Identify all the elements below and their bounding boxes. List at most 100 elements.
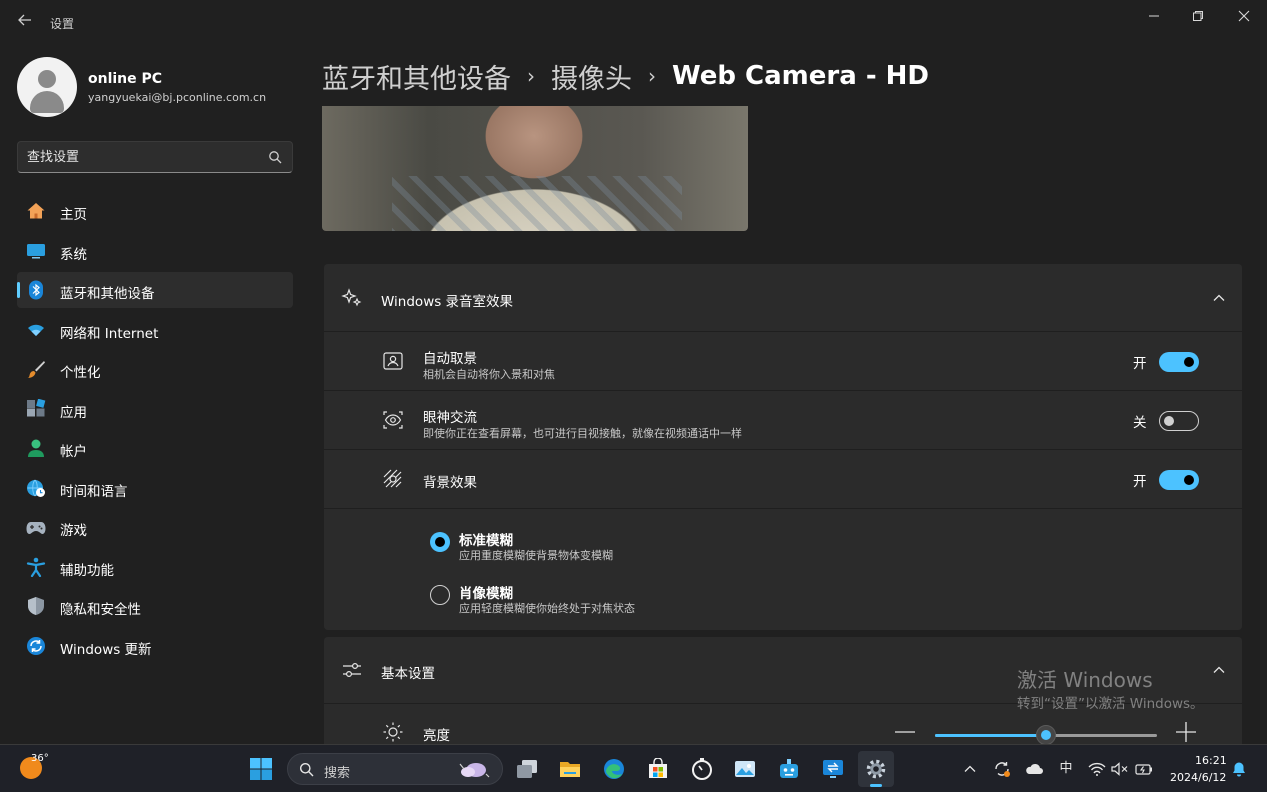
remote-desktop-button[interactable] bbox=[815, 751, 851, 787]
robot-icon bbox=[780, 759, 798, 778]
copilot-robot-button[interactable] bbox=[771, 751, 807, 787]
sidebar-item-personalization[interactable]: 个性化 bbox=[17, 351, 293, 387]
brush-icon bbox=[27, 361, 45, 378]
chevron-right-icon: › bbox=[527, 64, 535, 88]
back-arrow-icon[interactable] bbox=[14, 12, 36, 34]
taskbar-search[interactable]: 搜索 bbox=[287, 753, 503, 785]
sidebar-item-label: 个性化 bbox=[60, 365, 101, 381]
store-button[interactable] bbox=[640, 751, 676, 787]
notification-bell-icon[interactable] bbox=[1229, 759, 1249, 779]
title-bar: 设置 bbox=[0, 0, 1267, 46]
battery-charging-icon[interactable] bbox=[1134, 759, 1154, 779]
sidebar-item-label: 隐私和安全性 bbox=[60, 602, 141, 618]
sidebar-item-label: 系统 bbox=[60, 246, 87, 263]
photos-button[interactable] bbox=[727, 751, 763, 787]
auto-framing-title: 自动取景 bbox=[423, 351, 477, 367]
sidebar-item-privacy-security[interactable]: 隐私和安全性 bbox=[17, 588, 293, 624]
search-icon[interactable] bbox=[268, 150, 282, 164]
chevron-up-icon[interactable] bbox=[1212, 663, 1226, 677]
standard-blur-radio[interactable] bbox=[430, 532, 450, 552]
settings-search[interactable] bbox=[17, 141, 293, 173]
wifi-icon[interactable] bbox=[1087, 759, 1107, 779]
chevron-up-icon[interactable] bbox=[1212, 291, 1226, 305]
sidebar-item-home[interactable]: 主页 bbox=[17, 193, 293, 229]
ime-indicator[interactable]: 中 bbox=[1056, 759, 1076, 779]
auto-framing-toggle[interactable] bbox=[1159, 352, 1199, 372]
chevron-up-tray-icon[interactable] bbox=[960, 759, 980, 779]
activation-watermark-title: 激活 Windows bbox=[1017, 668, 1153, 692]
background-blur-icon bbox=[383, 469, 402, 488]
taskbar-search-label: 搜索 bbox=[324, 766, 351, 781]
onedrive-cloud-icon[interactable] bbox=[1024, 759, 1044, 779]
auto-framing-row: 自动取景 相机会自动将你入景和对焦 开 bbox=[324, 332, 1242, 390]
file-explorer-button[interactable] bbox=[552, 751, 588, 787]
eye-contact-subtitle: 即使你正在查看屏幕，也可进行目视接触，就像在视频通话中一样 bbox=[423, 427, 742, 440]
sidebar-item-bluetooth[interactable]: 蓝牙和其他设备 bbox=[17, 272, 293, 308]
close-button[interactable] bbox=[1221, 4, 1267, 28]
sliders-settings-icon bbox=[343, 662, 361, 678]
eye-contact-title: 眼神交流 bbox=[423, 410, 477, 426]
sidebar-item-label: 辅助功能 bbox=[60, 562, 114, 579]
taskbar: 36° 搜索 中 16:21 2024/6/12 bbox=[0, 744, 1267, 792]
auto-framing-state: 开 bbox=[1133, 356, 1147, 372]
background-effects-toggle[interactable] bbox=[1159, 470, 1199, 490]
sync-update-icon[interactable] bbox=[992, 759, 1012, 779]
avatar[interactable] bbox=[17, 57, 77, 117]
clock-date[interactable]: 2024/6/12 bbox=[1170, 771, 1226, 784]
profile-name: online PC bbox=[88, 71, 163, 87]
auto-framing-subtitle: 相机会自动将你入景和对焦 bbox=[423, 368, 555, 381]
portrait-blur-radio[interactable] bbox=[430, 585, 450, 605]
preview-shirt-pattern bbox=[392, 176, 682, 231]
eye-contact-row: 眼神交流 即使你正在查看屏幕，也可进行目视接触，就像在视频通话中一样 关 bbox=[324, 391, 1242, 449]
brightness-label: 亮度 bbox=[423, 728, 450, 744]
sidebar-item-label: 网络和 Internet bbox=[60, 325, 159, 342]
background-effects-row: 背景效果 开 bbox=[324, 450, 1242, 508]
gamepad-icon bbox=[26, 522, 46, 534]
sidebar-item-label: Windows 更新 bbox=[60, 641, 152, 658]
speaker-muted-icon[interactable] bbox=[1110, 759, 1130, 779]
eye-contact-toggle[interactable] bbox=[1159, 411, 1199, 431]
camera-preview bbox=[322, 106, 748, 231]
brightness-slider[interactable] bbox=[935, 725, 1157, 745]
search-icon bbox=[300, 763, 314, 777]
breadcrumb-item-camera[interactable]: 摄像头 bbox=[551, 57, 632, 96]
sidebar-item-windows-update[interactable]: Windows 更新 bbox=[17, 628, 293, 664]
sidebar-item-time-language[interactable]: 时间和语言 bbox=[17, 470, 293, 506]
clock-time[interactable]: 16:21 bbox=[1195, 754, 1227, 767]
edge-browser-button[interactable] bbox=[596, 751, 632, 787]
decrease-brightness-icon[interactable] bbox=[894, 722, 916, 742]
restore-button[interactable] bbox=[1175, 4, 1221, 28]
settings-app-button[interactable] bbox=[858, 751, 894, 787]
wifi-icon bbox=[28, 324, 44, 336]
start-button[interactable] bbox=[243, 751, 279, 787]
studio-effects-header[interactable]: Windows 录音室效果 bbox=[324, 264, 1242, 331]
brightness-slider-fill bbox=[935, 734, 1046, 737]
sidebar-item-label: 时间和语言 bbox=[60, 483, 128, 500]
breadcrumb-item-bluetooth[interactable]: 蓝牙和其他设备 bbox=[322, 57, 511, 96]
standard-blur-subtitle: 应用重度模糊使背景物体变模糊 bbox=[459, 549, 613, 562]
brightness-slider-thumb[interactable] bbox=[1036, 725, 1056, 745]
task-view-button[interactable] bbox=[509, 751, 545, 787]
sparkle-effects-icon bbox=[341, 288, 362, 307]
sidebar-item-gaming[interactable]: 游戏 bbox=[17, 509, 293, 545]
activation-watermark-subtitle: 转到“设置”以激活 Windows。 bbox=[1017, 696, 1204, 712]
sidebar-item-network[interactable]: 网络和 Internet bbox=[17, 312, 293, 348]
sidebar-item-accessibility[interactable]: 辅助功能 bbox=[17, 549, 293, 585]
system-display-icon bbox=[27, 243, 45, 258]
windows-update-icon bbox=[27, 636, 45, 655]
folder-icon bbox=[560, 762, 580, 777]
background-effects-state: 开 bbox=[1133, 474, 1147, 490]
sidebar-item-apps[interactable]: 应用 bbox=[17, 391, 293, 427]
clock-app-button[interactable] bbox=[684, 751, 720, 787]
account-icon bbox=[28, 439, 44, 457]
search-input[interactable] bbox=[27, 147, 257, 167]
task-view-icon bbox=[517, 760, 537, 778]
store-icon bbox=[649, 758, 667, 778]
sidebar-item-label: 应用 bbox=[60, 404, 87, 421]
sidebar-item-system[interactable]: 系统 bbox=[17, 233, 293, 269]
sidebar-item-accounts[interactable]: 帐户 bbox=[17, 430, 293, 466]
portrait-blur-title: 肖像模糊 bbox=[459, 586, 513, 602]
minimize-button[interactable] bbox=[1131, 4, 1177, 28]
clock-icon bbox=[692, 758, 712, 780]
increase-brightness-icon[interactable] bbox=[1175, 721, 1197, 743]
